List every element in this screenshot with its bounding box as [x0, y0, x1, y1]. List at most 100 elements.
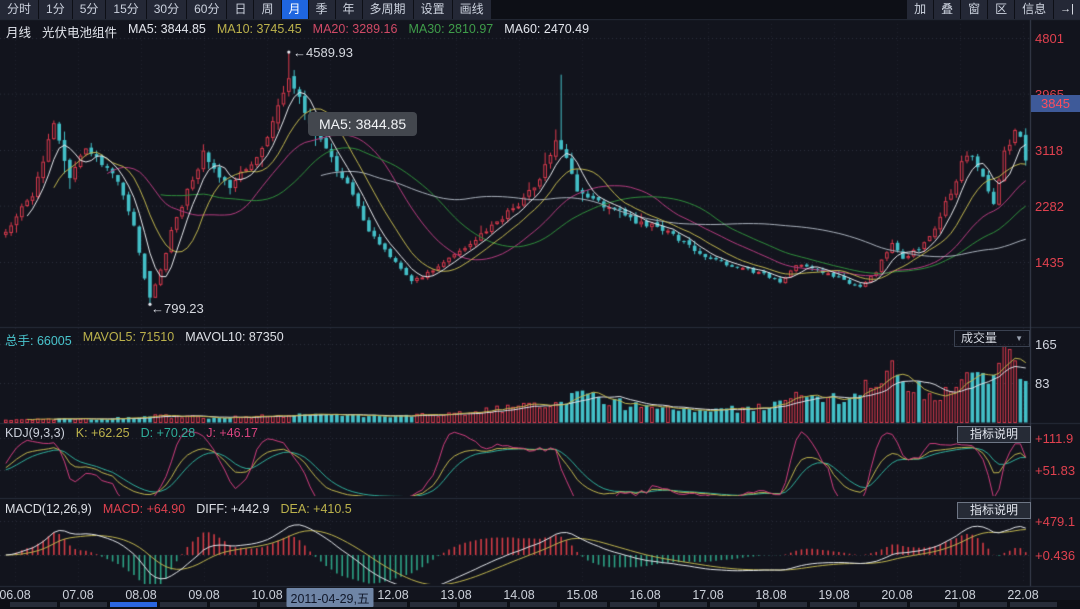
volume-axis-label-83: 83	[1035, 376, 1049, 391]
ma20-legend: MA20: 3289.16	[313, 22, 398, 41]
kdj-legend-0: KDJ(9,3,3)	[5, 426, 65, 440]
scrollbar-segment-1[interactable]	[60, 602, 107, 607]
toolbar-right: 加叠窗区信息→|	[907, 0, 1080, 19]
toolbar-button-信息[interactable]: 信息	[1015, 0, 1053, 19]
ma60-legend: MA60: 2470.49	[504, 22, 589, 41]
toolbar-button-分时[interactable]: 分时	[0, 0, 38, 19]
toolbar-button-叠[interactable]: 叠	[934, 0, 960, 19]
price-axis-label-4801: 4801	[1035, 31, 1064, 46]
scrollbar-segment-18[interactable]	[910, 602, 957, 607]
kdj-axis-label-0: +111.9	[1035, 431, 1073, 446]
scrollbar-segment-4[interactable]	[210, 602, 257, 607]
ma5-legend: MA5: 3844.85	[128, 22, 206, 41]
macd-legend-2: DIFF: +442.9	[196, 502, 269, 516]
kdj-pane-header: KDJ(9,3,3)K: +62.25D: +70.28J: +46.17	[5, 426, 258, 440]
time-axis-label-15.08: 15.08	[566, 588, 597, 602]
toolbar-spacer	[492, 0, 906, 19]
scrollbar-segment-17[interactable]	[860, 602, 907, 607]
price-axis-label-3118: 3118	[1035, 143, 1063, 158]
scrollbar-segment-10[interactable]	[510, 602, 557, 607]
chart-application: 分时1分5分15分30分60分日周月季年多周期设置画线 加叠窗区信息→| 月线 …	[0, 0, 1080, 609]
macd-legend-0: MACD(12,26,9)	[5, 502, 92, 516]
time-axis-label-13.08: 13.08	[440, 588, 471, 602]
scrollbar-segment-0[interactable]	[10, 602, 57, 607]
toolbar-button-日[interactable]: 日	[227, 0, 253, 19]
macd-axis-label-1: +0.436	[1035, 548, 1075, 563]
volume-indicator-selector[interactable]: 成交量 ▼	[954, 330, 1030, 347]
toolbar-button-周[interactable]: 周	[254, 0, 280, 19]
low-point-annotation: ←799.23	[151, 301, 204, 316]
ma30-legend: MA30: 2810.97	[408, 22, 493, 41]
toolbar-button-月[interactable]: 月	[282, 0, 308, 19]
time-axis-label-16.08: 16.08	[629, 588, 660, 602]
price-pane-header: 月线 光伏电池组件 MA5: 3844.85MA10: 3745.45MA20:…	[6, 22, 589, 41]
time-axis-label-09.08: 09.08	[188, 588, 219, 602]
volume-legend-0: 总手: 66005	[5, 330, 72, 349]
time-axis-selected-date: 2011-04-29,五	[287, 588, 374, 607]
kdj-legend-3: J: +46.17	[206, 426, 258, 440]
macd-legend-1: MACD: +64.90	[103, 502, 185, 516]
price-axis-label-2282: 2282	[1035, 199, 1064, 214]
time-axis-label-10.08: 10.08	[251, 588, 282, 602]
toolbar-button-画线[interactable]: 画线	[453, 0, 491, 19]
kdj-indicator-help-button[interactable]: 指标说明	[957, 426, 1031, 443]
time-axis-label-22.08: 22.08	[1007, 588, 1038, 602]
time-axis-label-18.08: 18.08	[755, 588, 786, 602]
volume-legend-1: MAVOL5: 71510	[83, 330, 175, 349]
period-toolbar: 分时1分5分15分30分60分日周月季年多周期设置画线 加叠窗区信息→|	[0, 0, 1080, 19]
scrollbar-segment-19[interactable]	[960, 602, 1007, 607]
volume-legend-2: MAVOL10: 87350	[185, 330, 283, 349]
scrollbar-segment-13[interactable]	[660, 602, 707, 607]
price-axis-highlight-label: 3845	[1031, 95, 1080, 112]
toolbar-button-窗[interactable]: 窗	[961, 0, 987, 19]
kdj-axis-label-1: +51.83	[1035, 463, 1075, 478]
scrollbar-segment-2[interactable]	[110, 602, 157, 607]
toolbar-button-年[interactable]: 年	[336, 0, 362, 19]
macd-axis-label-0: +479.1	[1035, 514, 1075, 529]
toolbar-button-设置[interactable]: 设置	[414, 0, 452, 19]
toolbar-button-15分[interactable]: 15分	[106, 0, 145, 19]
scrollbar-segment-12[interactable]	[610, 602, 657, 607]
ma5-value-tooltip: MA5: 3844.85	[308, 112, 417, 136]
toolbar-button-1分[interactable]: 1分	[39, 0, 72, 19]
scrollbar-segment-8[interactable]	[410, 602, 457, 607]
ma10-legend: MA10: 3745.45	[217, 22, 302, 41]
time-axis-label-19.08: 19.08	[818, 588, 849, 602]
scrollbar-segment-20[interactable]	[1010, 602, 1057, 607]
toolbar-left: 分时1分5分15分30分60分日周月季年多周期设置画线	[0, 0, 491, 19]
toolbar-button-季[interactable]: 季	[309, 0, 335, 19]
macd-pane-header: MACD(12,26,9) MACD: +64.90 DIFF: +442.9 DEA…	[5, 502, 352, 516]
scrollbar-segment-3[interactable]	[160, 602, 207, 607]
toolbar-button-多周期[interactable]: 多周期	[363, 0, 413, 19]
high-point-annotation: ←4589.93	[293, 45, 353, 60]
toolbar-button-5分[interactable]: 5分	[73, 0, 106, 19]
scrollbar-segment-16[interactable]	[810, 602, 857, 607]
scrollbar-segment-9[interactable]	[460, 602, 507, 607]
toolbar-button-60分[interactable]: 60分	[187, 0, 226, 19]
scrollbar-segment-11[interactable]	[560, 602, 607, 607]
toolbar-button-区[interactable]: 区	[988, 0, 1014, 19]
time-axis-label-07.08: 07.08	[62, 588, 93, 602]
time-axis-label-20.08: 20.08	[881, 588, 912, 602]
timeline-scrollbar[interactable]	[0, 600, 1080, 609]
time-axis-label-06.08: 06.08	[0, 588, 31, 602]
collapse-panel-icon[interactable]: →|	[1054, 0, 1080, 19]
time-axis-label-14.08: 14.08	[503, 588, 534, 602]
time-axis-label-08.08: 08.08	[125, 588, 156, 602]
kdj-legend-2: D: +70.28	[141, 426, 196, 440]
symbol-name: 光伏电池组件	[42, 22, 117, 41]
price-axis-label-1435: 1435	[1035, 255, 1064, 270]
scrollbar-segment-14[interactable]	[710, 602, 757, 607]
macd-indicator-help-button[interactable]: 指标说明	[957, 502, 1031, 519]
chevron-down-icon: ▼	[1015, 331, 1023, 346]
scrollbar-segment-15[interactable]	[760, 602, 807, 607]
ma-legend: MA5: 3844.85 MA10: 3745.45 MA20: 3289.16 MA…	[128, 22, 589, 41]
toolbar-button-30分[interactable]: 30分	[147, 0, 186, 19]
macd-legend-3: DEA: +410.5	[281, 502, 352, 516]
volume-pane-header: 总手: 66005 MAVOL5: 71510 MAVOL10: 87350	[5, 330, 284, 349]
toolbar-button-加[interactable]: 加	[907, 0, 933, 19]
time-axis-label-12.08: 12.08	[377, 588, 408, 602]
volume-axis-label-165: 165	[1035, 337, 1057, 352]
time-axis-label-17.08: 17.08	[692, 588, 723, 602]
time-axis-label-21.08: 21.08	[944, 588, 975, 602]
